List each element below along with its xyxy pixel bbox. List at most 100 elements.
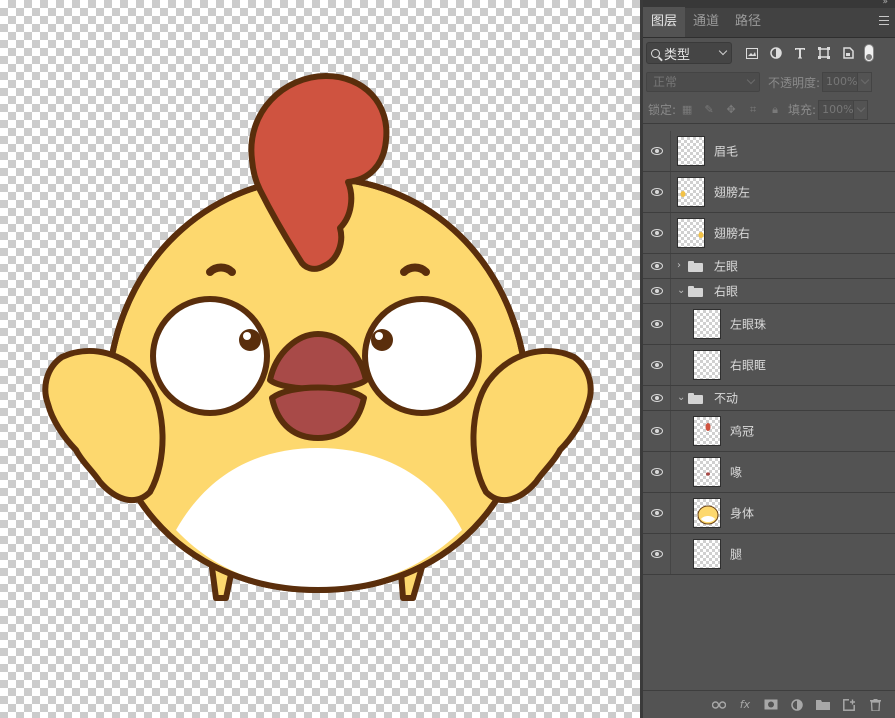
chevron-down-icon bbox=[746, 75, 756, 85]
pupil-right bbox=[371, 329, 393, 351]
layer-group-static[interactable]: ⌄ 不动 bbox=[643, 386, 895, 411]
visibility-eye-icon[interactable] bbox=[651, 509, 663, 517]
search-icon bbox=[651, 48, 660, 58]
fx-icon[interactable]: fx bbox=[737, 697, 753, 713]
tab-channels[interactable]: 通道 bbox=[685, 7, 727, 37]
lock-position-icon[interactable]: ✥ bbox=[722, 103, 740, 116]
visibility-eye-icon[interactable] bbox=[651, 147, 663, 155]
layer-row-wing-left[interactable]: 翅膀左 bbox=[643, 172, 895, 213]
group-name: 不动 bbox=[714, 391, 739, 406]
eye-left-ring bbox=[150, 296, 270, 416]
layer-row-comb[interactable]: 鸡冠 bbox=[643, 411, 895, 452]
fill-dropdown[interactable] bbox=[854, 99, 869, 120]
chevron-down-icon[interactable]: ⌄ bbox=[677, 393, 685, 403]
chevron-right-icon[interactable]: › bbox=[677, 261, 685, 271]
shape-filter-icon[interactable] bbox=[814, 43, 834, 63]
layer-thumbnail bbox=[677, 136, 705, 166]
group-name: 左眼 bbox=[714, 259, 739, 274]
layer-name: 喙 bbox=[730, 465, 743, 480]
visibility-eye-icon[interactable] bbox=[651, 188, 663, 196]
layer-name: 右眼眶 bbox=[730, 358, 767, 373]
layer-thumbnail bbox=[693, 416, 721, 446]
layer-name: 翅膀右 bbox=[714, 226, 751, 241]
chevron-down-icon bbox=[856, 103, 866, 112]
lock-row: 锁定: ▦ ✎ ✥ ⌗ 🔒︎ 填充: 100% bbox=[643, 96, 895, 124]
layer-thumbnail bbox=[677, 218, 705, 248]
blend-mode-select[interactable]: 正常 bbox=[646, 72, 760, 92]
layer-group-left-eye[interactable]: › 左眼 bbox=[643, 254, 895, 279]
tab-layers[interactable]: 图层 bbox=[643, 7, 686, 37]
eyebrow-left bbox=[206, 263, 236, 276]
visibility-eye-icon[interactable] bbox=[651, 468, 663, 476]
layer-list: 眉毛 翅膀左 翅膀右 › 左眼 ⌄ 右眼 左眼珠 右眼眶 ⌄ 不动 鸡冠 喙 身… bbox=[643, 131, 895, 575]
panel-menu-icon[interactable] bbox=[879, 16, 889, 28]
new-layer-icon[interactable] bbox=[841, 697, 857, 713]
collapse-arrows-icon[interactable]: » bbox=[882, 0, 887, 7]
filter-kind-value: 类型 bbox=[664, 47, 691, 63]
layer-row-body[interactable]: 身体 bbox=[643, 493, 895, 534]
filter-toggle-icon[interactable] bbox=[864, 44, 874, 62]
adjustment-layer-icon[interactable] bbox=[789, 697, 805, 713]
layer-thumbnail bbox=[693, 350, 721, 380]
lock-all-icon[interactable]: 🔒︎ bbox=[766, 103, 784, 117]
new-group-icon[interactable] bbox=[815, 697, 831, 713]
layer-thumbnail bbox=[693, 309, 721, 339]
add-mask-icon[interactable] bbox=[763, 697, 779, 713]
layer-row-left-pupil[interactable]: 左眼珠 bbox=[643, 304, 895, 345]
filter-kind-select[interactable]: 类型 bbox=[646, 42, 732, 64]
image-filter-icon[interactable] bbox=[742, 43, 762, 63]
layers-bottom-toolbar: fx bbox=[643, 690, 895, 718]
delete-layer-icon[interactable] bbox=[867, 697, 883, 713]
visibility-eye-icon[interactable] bbox=[651, 550, 663, 558]
visibility-eye-icon[interactable] bbox=[651, 427, 663, 435]
link-layers-icon[interactable] bbox=[711, 697, 727, 713]
visibility-eye-icon[interactable] bbox=[651, 287, 663, 295]
visibility-eye-icon[interactable] bbox=[651, 262, 663, 270]
layer-row-beak[interactable]: 喙 bbox=[643, 452, 895, 493]
layer-name: 腿 bbox=[730, 547, 743, 562]
lock-artboard-icon[interactable]: ⌗ bbox=[744, 103, 762, 117]
visibility-eye-icon[interactable] bbox=[651, 394, 663, 402]
lock-transparent-pixels-icon[interactable]: ▦ bbox=[678, 103, 696, 116]
layer-thumbnail bbox=[693, 498, 721, 528]
lock-image-pixels-icon[interactable]: ✎ bbox=[700, 103, 718, 116]
fill-input[interactable]: 100% bbox=[818, 99, 855, 120]
layer-filter-row: 类型 bbox=[643, 38, 895, 68]
folder-icon bbox=[688, 286, 703, 297]
lock-label: 锁定: bbox=[648, 103, 677, 117]
blend-mode-value: 正常 bbox=[653, 75, 678, 89]
chevron-down-icon[interactable]: ⌄ bbox=[677, 286, 685, 296]
fill-label: 填充: bbox=[788, 103, 817, 117]
layer-row-legs[interactable]: 腿 bbox=[643, 534, 895, 575]
layer-row-right-eye-ring[interactable]: 右眼眶 bbox=[643, 345, 895, 386]
layer-thumbnail bbox=[693, 457, 721, 487]
layer-name: 左眼珠 bbox=[730, 317, 767, 332]
layer-thumbnail bbox=[693, 539, 721, 569]
visibility-eye-icon[interactable] bbox=[651, 229, 663, 237]
tab-paths[interactable]: 路径 bbox=[727, 7, 769, 37]
visibility-eye-icon[interactable] bbox=[651, 320, 663, 328]
folder-icon bbox=[688, 393, 703, 404]
panel-tabbar: 图层 通道 路径 bbox=[643, 7, 895, 38]
layer-name: 眉毛 bbox=[714, 144, 739, 159]
chevron-down-icon bbox=[860, 75, 870, 85]
opacity-dropdown[interactable] bbox=[858, 72, 873, 92]
layer-name: 翅膀左 bbox=[714, 185, 751, 200]
layers-panel: » 图层 通道 路径 类型 正常 不透明度: 100% 锁定: ▦ ✎ ✥ ⌗ … bbox=[643, 0, 895, 718]
type-filter-icon[interactable] bbox=[790, 43, 810, 63]
layer-row-wing-right[interactable]: 翅膀右 bbox=[643, 213, 895, 254]
chick-artwork bbox=[42, 73, 594, 601]
opacity-input[interactable]: 100% bbox=[822, 72, 859, 92]
group-name: 右眼 bbox=[714, 284, 739, 299]
pupil-left bbox=[239, 329, 261, 351]
layer-group-right-eye[interactable]: ⌄ 右眼 bbox=[643, 279, 895, 304]
visibility-eye-icon[interactable] bbox=[651, 361, 663, 369]
opacity-label: 不透明度: bbox=[768, 75, 821, 90]
document-canvas[interactable] bbox=[0, 0, 640, 718]
smart-object-filter-icon[interactable] bbox=[838, 43, 858, 63]
blend-row: 正常 不透明度: 100% bbox=[643, 68, 895, 96]
eyebrow-right bbox=[400, 263, 430, 276]
eye-right-ring bbox=[362, 296, 482, 416]
adjustment-filter-icon[interactable] bbox=[766, 43, 786, 63]
layer-row-eyebrows[interactable]: 眉毛 bbox=[643, 131, 895, 172]
